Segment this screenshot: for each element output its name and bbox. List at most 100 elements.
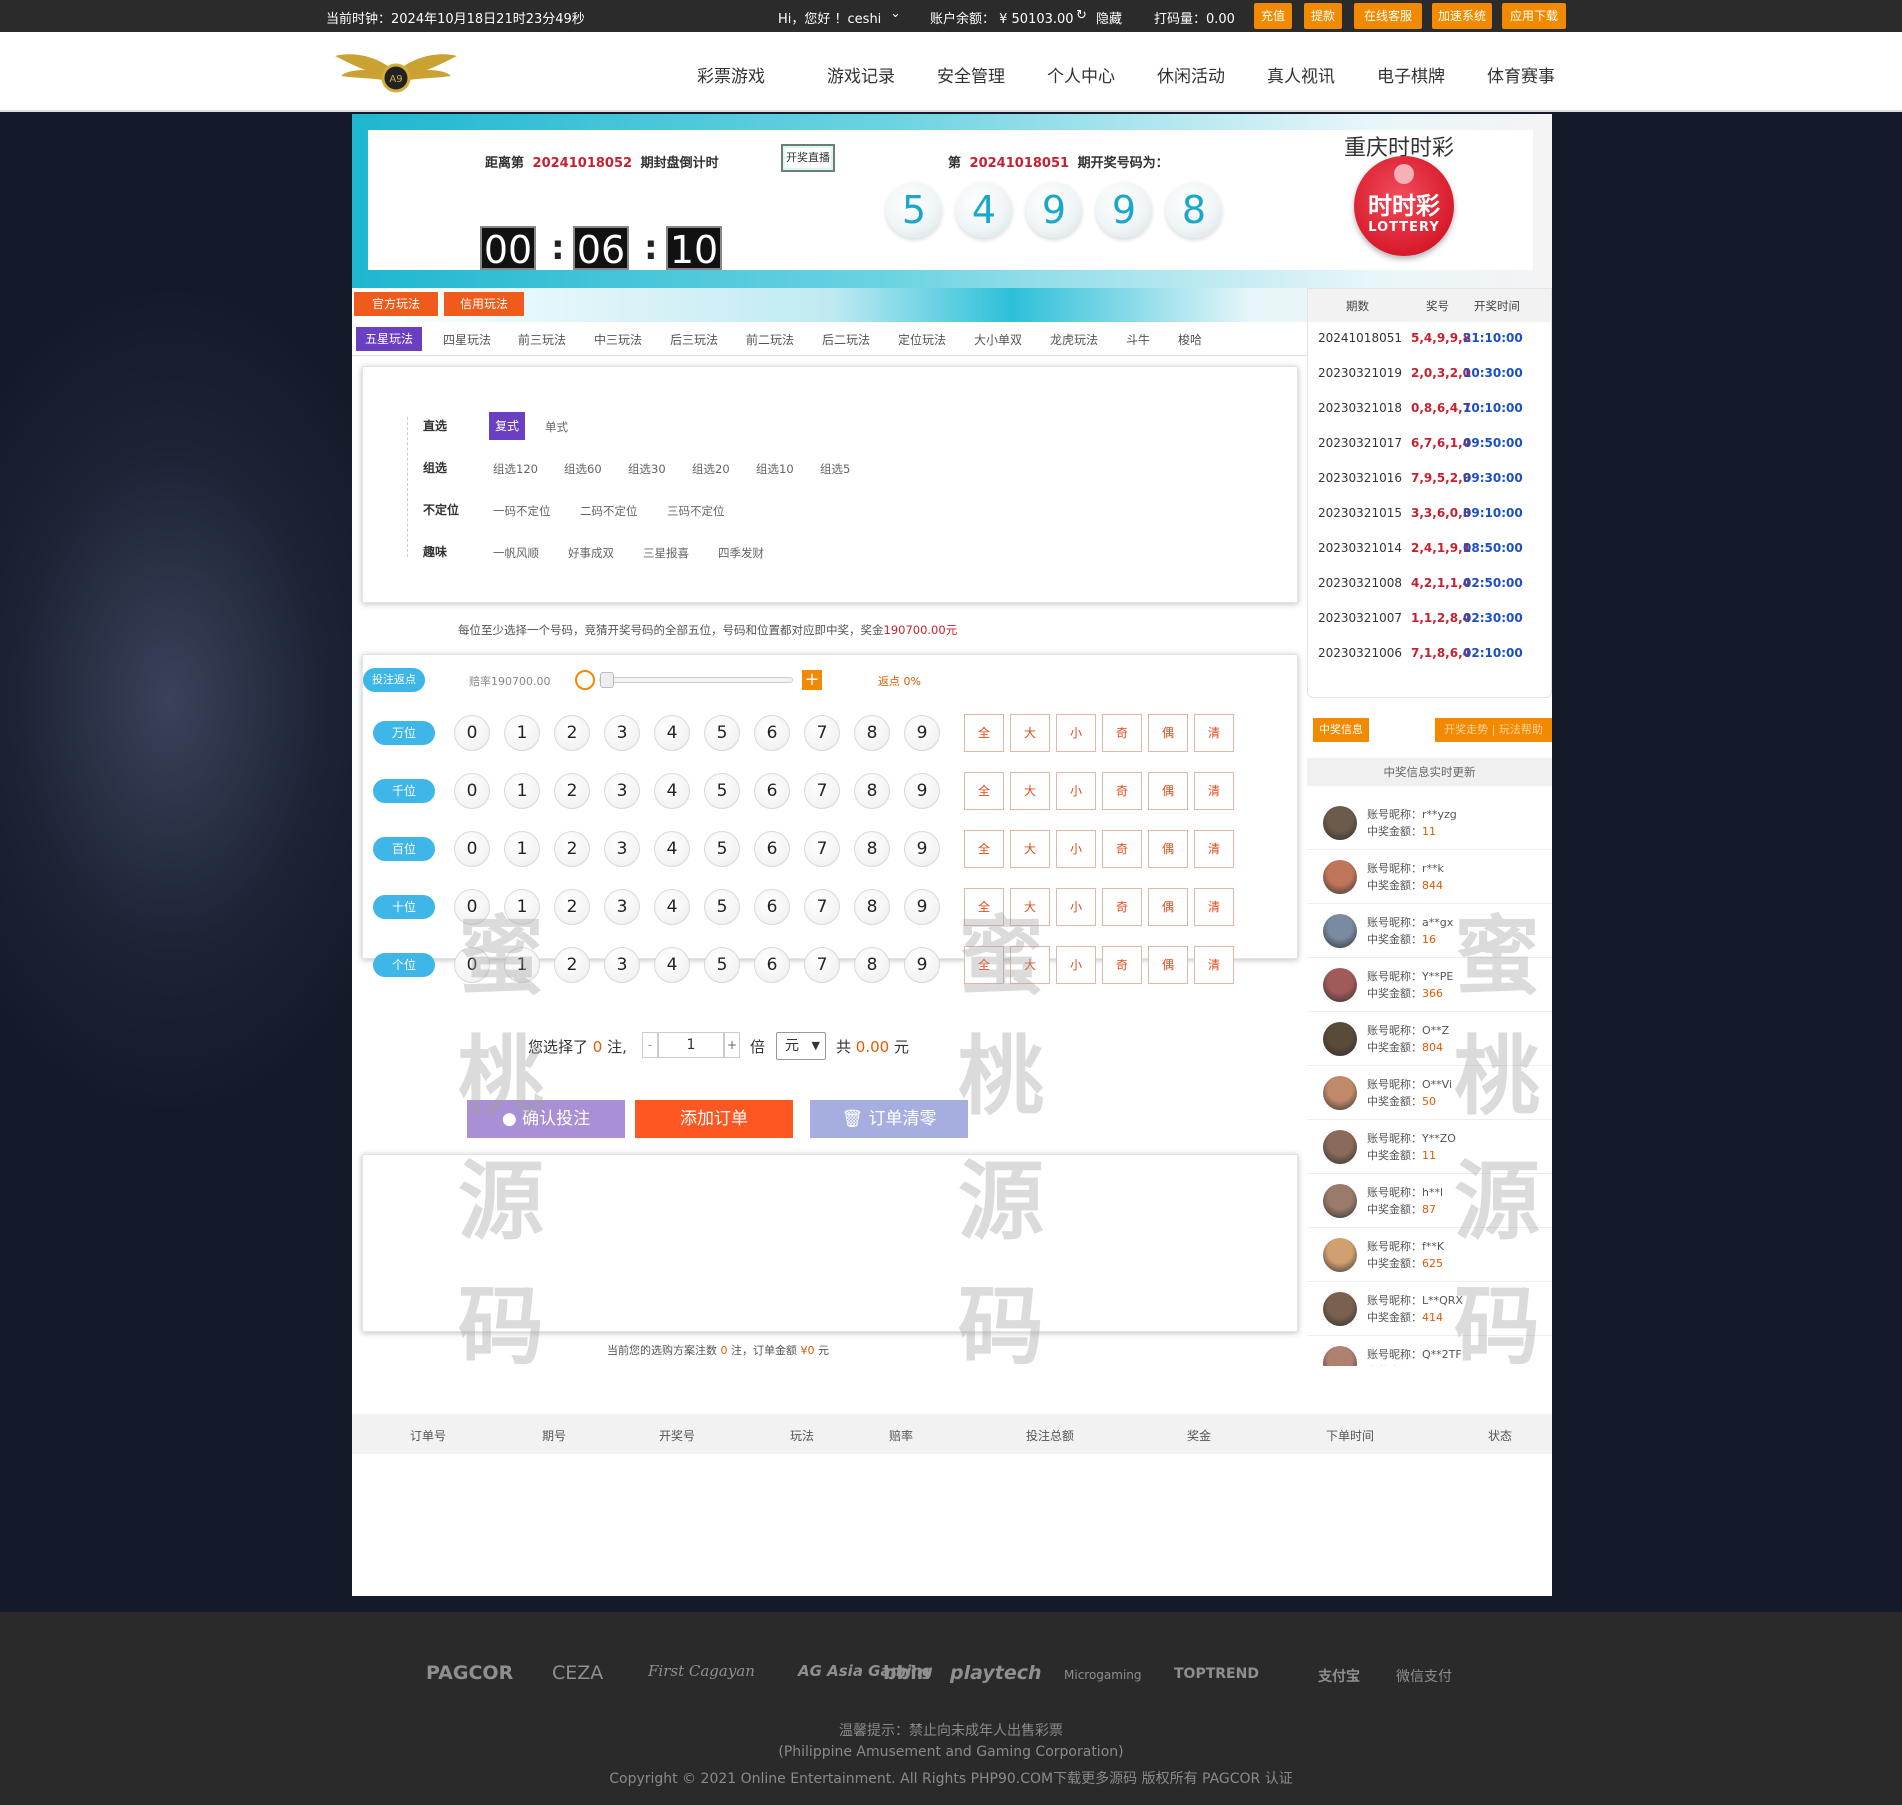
number-ball-ten-thousands-4[interactable]: 4 xyxy=(654,715,690,751)
number-ball-ten-thousands-8[interactable]: 8 xyxy=(854,715,890,751)
number-ball-units-8[interactable]: 8 xyxy=(854,947,890,983)
quick-odd-button[interactable]: 奇 xyxy=(1102,714,1142,752)
number-ball-ten-thousands-5[interactable]: 5 xyxy=(704,715,740,751)
number-ball-hundreds-9[interactable]: 9 xyxy=(904,831,940,867)
nav-activities[interactable]: 休闲活动 xyxy=(1157,62,1225,87)
support-button[interactable]: 在线客服 xyxy=(1354,3,1422,29)
number-ball-ten-thousands-6[interactable]: 6 xyxy=(754,715,790,751)
option-group5[interactable]: 组选5 xyxy=(820,461,850,477)
rebate-plus-button[interactable]: + xyxy=(802,670,822,690)
quick-odd-button[interactable]: 奇 xyxy=(1102,830,1142,868)
tab-middle-three[interactable]: 中三玩法 xyxy=(594,331,642,348)
quick-clear-button[interactable]: 清 xyxy=(1194,946,1234,984)
quick-even-button[interactable]: 偶 xyxy=(1148,888,1188,926)
option-compound[interactable]: 复式 xyxy=(489,412,525,440)
quick-big-button[interactable]: 大 xyxy=(1010,772,1050,810)
quick-odd-button[interactable]: 奇 xyxy=(1102,946,1142,984)
number-ball-tens-8[interactable]: 8 xyxy=(854,889,890,925)
number-ball-thousands-9[interactable]: 9 xyxy=(904,773,940,809)
multiplier-input[interactable]: 1 xyxy=(658,1032,724,1058)
site-logo[interactable]: A9 xyxy=(335,44,457,100)
quick-small-button[interactable]: 小 xyxy=(1056,888,1096,926)
currency-select[interactable]: 元 ▼ xyxy=(776,1032,826,1060)
tab-front-two[interactable]: 前二玩法 xyxy=(746,331,794,348)
nav-e-games[interactable]: 电子棋牌 xyxy=(1377,62,1445,87)
tab-credit-play[interactable]: 信用玩法 xyxy=(444,292,524,316)
number-ball-thousands-3[interactable]: 3 xyxy=(604,773,640,809)
number-ball-thousands-6[interactable]: 6 xyxy=(754,773,790,809)
quick-even-button[interactable]: 偶 xyxy=(1148,772,1188,810)
option-group30[interactable]: 组选30 xyxy=(628,461,666,477)
withdraw-button[interactable]: 提款 xyxy=(1304,3,1342,29)
accelerate-button[interactable]: 加速系统 xyxy=(1432,3,1492,29)
deposit-button[interactable]: 充值 xyxy=(1254,3,1292,29)
option-group10[interactable]: 组选10 xyxy=(756,461,794,477)
rebate-slider[interactable] xyxy=(599,672,793,688)
chevron-down-icon[interactable]: ⌄ xyxy=(890,6,901,21)
quick-small-button[interactable]: 小 xyxy=(1056,714,1096,752)
clear-order-button[interactable]: 🗑 订单清零 xyxy=(810,1100,968,1138)
option-group20[interactable]: 组选20 xyxy=(692,461,730,477)
number-ball-hundreds-1[interactable]: 1 xyxy=(504,831,540,867)
number-ball-ten-thousands-7[interactable]: 7 xyxy=(804,715,840,751)
quick-all-button[interactable]: 全 xyxy=(964,714,1004,752)
number-ball-units-4[interactable]: 4 xyxy=(654,947,690,983)
number-ball-ten-thousands-9[interactable]: 9 xyxy=(904,715,940,751)
quick-small-button[interactable]: 小 xyxy=(1056,830,1096,868)
tab-winners[interactable]: 中奖信息 xyxy=(1313,718,1369,742)
multiplier-minus-button[interactable]: - xyxy=(642,1032,658,1058)
multiplier-plus-button[interactable]: + xyxy=(724,1032,740,1058)
number-ball-thousands-5[interactable]: 5 xyxy=(704,773,740,809)
quick-clear-button[interactable]: 清 xyxy=(1194,888,1234,926)
refresh-icon[interactable]: ↻ xyxy=(1076,8,1087,23)
live-draw-button[interactable]: 开奖直播 xyxy=(781,144,835,172)
number-ball-hundreds-4[interactable]: 4 xyxy=(654,831,690,867)
option-group60[interactable]: 组选60 xyxy=(564,461,602,477)
number-ball-units-9[interactable]: 9 xyxy=(904,947,940,983)
number-ball-thousands-2[interactable]: 2 xyxy=(554,773,590,809)
rebate-slider-handle[interactable] xyxy=(600,672,614,688)
number-ball-thousands-1[interactable]: 1 xyxy=(504,773,540,809)
number-ball-tens-3[interactable]: 3 xyxy=(604,889,640,925)
tab-back-two[interactable]: 后二玩法 xyxy=(822,331,870,348)
option-two-indefinite[interactable]: 二码不定位 xyxy=(580,503,638,519)
number-ball-ten-thousands-0[interactable]: 0 xyxy=(454,715,490,751)
number-ball-units-6[interactable]: 6 xyxy=(754,947,790,983)
number-ball-hundreds-7[interactable]: 7 xyxy=(804,831,840,867)
nav-security[interactable]: 安全管理 xyxy=(937,62,1005,87)
quick-big-button[interactable]: 大 xyxy=(1010,830,1050,868)
number-ball-hundreds-2[interactable]: 2 xyxy=(554,831,590,867)
number-ball-hundreds-6[interactable]: 6 xyxy=(754,831,790,867)
tab-showhand[interactable]: 梭哈 xyxy=(1178,331,1202,348)
number-ball-thousands-7[interactable]: 7 xyxy=(804,773,840,809)
number-ball-hundreds-0[interactable]: 0 xyxy=(454,831,490,867)
number-ball-tens-2[interactable]: 2 xyxy=(554,889,590,925)
number-ball-tens-7[interactable]: 7 xyxy=(804,889,840,925)
tab-position[interactable]: 定位玩法 xyxy=(898,331,946,348)
nav-profile[interactable]: 个人中心 xyxy=(1047,62,1115,87)
option-fun-1[interactable]: 一帆风顺 xyxy=(493,545,539,561)
rebate-minus-button[interactable] xyxy=(575,670,595,690)
number-ball-units-5[interactable]: 5 xyxy=(704,947,740,983)
tab-back-three[interactable]: 后三玩法 xyxy=(670,331,718,348)
quick-clear-button[interactable]: 清 xyxy=(1194,772,1234,810)
trend-link[interactable]: 开奖走势 xyxy=(1444,723,1488,736)
quick-small-button[interactable]: 小 xyxy=(1056,946,1096,984)
help-link[interactable]: 玩法帮助 xyxy=(1499,723,1543,736)
number-ball-ten-thousands-2[interactable]: 2 xyxy=(554,715,590,751)
nav-lottery[interactable]: 彩票游戏 xyxy=(697,62,765,87)
quick-all-button[interactable]: 全 xyxy=(964,772,1004,810)
nav-sports[interactable]: 体育赛事 xyxy=(1487,62,1555,87)
nav-live-video[interactable]: 真人视讯 xyxy=(1267,62,1335,87)
tab-dragon-tiger[interactable]: 龙虎玩法 xyxy=(1050,331,1098,348)
option-single[interactable]: 单式 xyxy=(545,419,568,435)
number-ball-tens-9[interactable]: 9 xyxy=(904,889,940,925)
tab-big-small-odd-even[interactable]: 大小单双 xyxy=(974,331,1022,348)
greeting[interactable]: Hi，您好 ！ceshi xyxy=(778,8,881,27)
number-ball-hundreds-8[interactable]: 8 xyxy=(854,831,890,867)
number-ball-thousands-8[interactable]: 8 xyxy=(854,773,890,809)
quick-clear-button[interactable]: 清 xyxy=(1194,830,1234,868)
option-group120[interactable]: 组选120 xyxy=(493,461,538,477)
tab-five-star[interactable]: 五星玩法 xyxy=(356,327,422,351)
tab-bull[interactable]: 斗牛 xyxy=(1126,331,1150,348)
